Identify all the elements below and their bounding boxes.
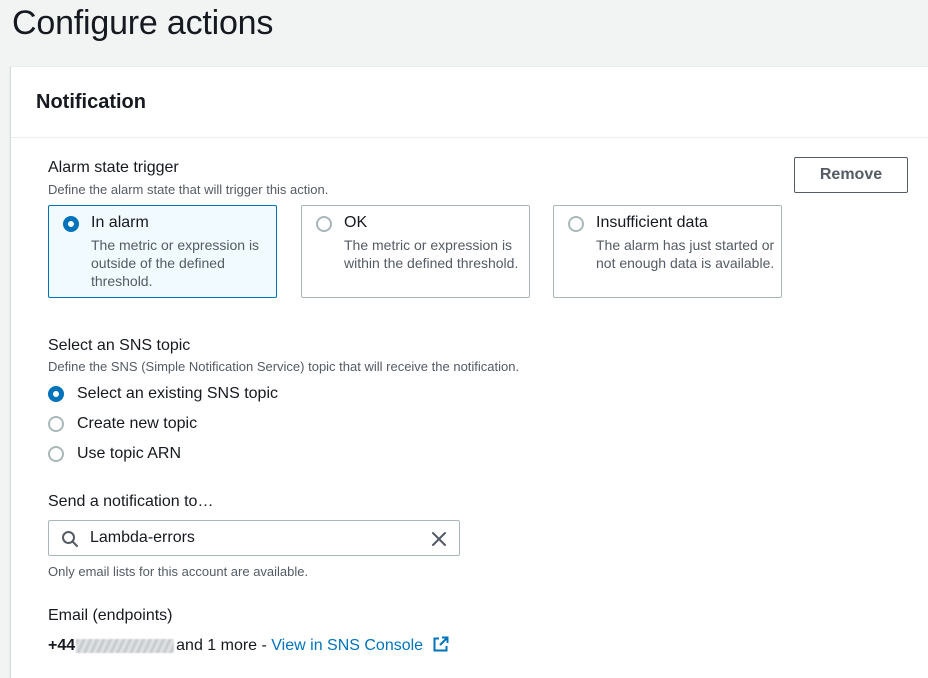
search-icon	[61, 530, 79, 553]
endpoints-value: +44 and 1 more - View in SNS Console	[48, 636, 449, 655]
option-label: Use topic ARN	[77, 445, 182, 462]
tile-description: The alarm has just started or not enough…	[596, 237, 775, 271]
alarm-trigger-label: Alarm state trigger	[48, 159, 179, 176]
option-label: Select an existing SNS topic	[77, 385, 278, 402]
radio-ok[interactable]	[316, 216, 332, 232]
clear-icon[interactable]	[431, 531, 447, 552]
send-to-hint: Only email lists for this account are av…	[48, 564, 309, 579]
option-existing-topic[interactable]: Select an existing SNS topic	[48, 385, 278, 403]
alarm-trigger-description: Define the alarm state that will trigger…	[48, 182, 329, 197]
tile-description: The metric or expression is within the d…	[344, 237, 519, 271]
radio-insufficient-data[interactable]	[568, 216, 584, 232]
option-label: Create new topic	[77, 415, 198, 432]
panel-title: Notification	[36, 91, 146, 113]
phone-prefix: +44	[48, 636, 76, 654]
radio-create-topic[interactable]	[48, 416, 64, 432]
topic-search-input[interactable]: Lambda-errors	[48, 520, 460, 556]
endpoints-suffix: and 1 more -	[176, 636, 272, 654]
send-to-label: Send a notification to…	[48, 493, 214, 510]
tile-insufficient-data[interactable]: Insufficient data The alarm has just sta…	[553, 205, 782, 298]
endpoints-label: Email (endpoints)	[48, 607, 173, 624]
redacted-number	[76, 638, 175, 653]
tile-in-alarm[interactable]: In alarm The metric or expression is out…	[48, 205, 277, 298]
sns-topic-label: Select an SNS topic	[48, 337, 191, 354]
page-title: Configure actions	[12, 4, 274, 42]
radio-topic-arn[interactable]	[48, 446, 64, 462]
option-create-topic[interactable]: Create new topic	[48, 415, 197, 433]
option-topic-arn[interactable]: Use topic ARN	[48, 445, 181, 463]
tile-title: Insufficient data	[596, 214, 708, 231]
link-label: View in SNS Console	[271, 637, 424, 654]
panel-header: Notification	[11, 67, 928, 138]
tile-description: The metric or expression is outside of t…	[91, 237, 260, 289]
tile-title: OK	[344, 214, 368, 231]
tile-title: In alarm	[91, 214, 149, 231]
view-in-sns-console-link[interactable]: View in SNS Console	[271, 636, 449, 655]
sns-topic-description: Define the SNS (Simple Notification Serv…	[48, 359, 520, 374]
radio-in-alarm[interactable]	[63, 216, 79, 232]
radio-existing-topic[interactable]	[48, 386, 64, 402]
tile-ok[interactable]: OK The metric or expression is within th…	[301, 205, 530, 298]
notification-panel: Notification Alarm state trigger Define …	[10, 66, 928, 678]
remove-button[interactable]: Remove	[794, 157, 908, 193]
external-link-icon	[433, 636, 449, 655]
search-value: Lambda-errors	[90, 529, 195, 546]
